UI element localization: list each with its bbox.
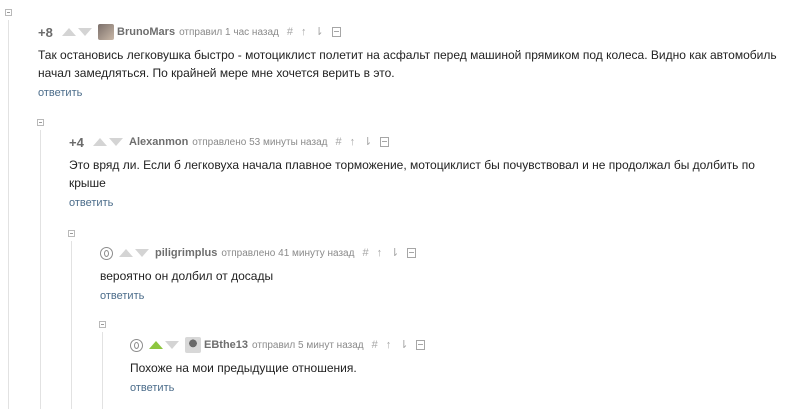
comment: +4 Alexanmon отправлено 53 минуты назад … bbox=[69, 134, 769, 211]
comment-body: Похоже на мои предыдущие отношения. bbox=[130, 361, 357, 375]
downvote-icon[interactable] bbox=[135, 249, 149, 257]
reply-link[interactable]: ответить bbox=[38, 87, 82, 99]
comment: piligrimplus отправлено 41 минуту назад … bbox=[100, 245, 700, 304]
downvote-icon[interactable] bbox=[78, 28, 92, 36]
neutral-rating-icon bbox=[100, 246, 113, 260]
thread-line bbox=[102, 332, 103, 409]
hash-icon[interactable]: # bbox=[335, 134, 341, 150]
upvote-icon[interactable] bbox=[119, 249, 133, 257]
comment: EBthe13 отправил 5 минут назад # ↑ ⇂ Пох… bbox=[130, 337, 730, 396]
hash-icon[interactable]: # bbox=[287, 24, 293, 40]
up-arrow-icon[interactable]: ↑ bbox=[386, 337, 392, 353]
thread-line bbox=[40, 130, 41, 409]
downvote-icon[interactable] bbox=[165, 341, 179, 349]
comment-timestamp: отправлено 41 минуту назад bbox=[221, 247, 355, 259]
comment-meta: EBthe13 отправил 5 минут назад # ↑ ⇂ bbox=[130, 337, 730, 353]
thread-line bbox=[8, 20, 9, 409]
avatar[interactable] bbox=[185, 337, 201, 353]
branch-icon[interactable]: ⇂ bbox=[315, 24, 324, 40]
hash-icon[interactable]: # bbox=[362, 245, 368, 261]
branch-icon[interactable]: ⇂ bbox=[399, 337, 408, 353]
comment-timestamp: отправил 5 минут назад bbox=[252, 339, 364, 351]
upvote-icon[interactable] bbox=[149, 341, 163, 349]
avatar[interactable] bbox=[98, 24, 114, 40]
comment-body: Так остановись легковушка быстро - мотоц… bbox=[38, 48, 777, 80]
upvote-icon[interactable] bbox=[62, 28, 76, 36]
branch-icon[interactable]: ⇂ bbox=[363, 134, 372, 150]
collapse-toggle[interactable] bbox=[37, 119, 44, 126]
comment-author[interactable]: Alexanmon bbox=[129, 136, 188, 148]
save-icon[interactable] bbox=[380, 137, 390, 147]
comment-meta: piligrimplus отправлено 41 минуту назад … bbox=[100, 245, 700, 261]
save-icon[interactable] bbox=[331, 27, 341, 37]
reply-link[interactable]: ответить bbox=[69, 197, 113, 209]
comment: +8 BrunoMars отправил 1 час назад # ↑ ⇂ … bbox=[38, 24, 798, 101]
up-arrow-icon[interactable]: ↑ bbox=[301, 24, 307, 40]
comment-author[interactable]: piligrimplus bbox=[155, 247, 217, 259]
reply-link[interactable]: ответить bbox=[100, 290, 144, 302]
neutral-rating-icon bbox=[130, 338, 143, 352]
collapse-toggle[interactable] bbox=[68, 230, 75, 237]
upvote-icon[interactable] bbox=[93, 138, 107, 146]
comment-timestamp: отправлено 53 минуты назад bbox=[192, 136, 328, 148]
hash-icon[interactable]: # bbox=[372, 337, 378, 353]
comment-meta: +4 Alexanmon отправлено 53 минуты назад … bbox=[69, 134, 769, 150]
comment-timestamp: отправил 1 час назад bbox=[179, 26, 279, 38]
comment-rating: +8 bbox=[38, 24, 53, 40]
comment-meta: +8 BrunoMars отправил 1 час назад # ↑ ⇂ bbox=[38, 24, 798, 40]
save-icon[interactable] bbox=[416, 340, 426, 350]
collapse-toggle[interactable] bbox=[99, 321, 106, 328]
comment-body: вероятно он долбил от досады bbox=[100, 269, 274, 283]
up-arrow-icon[interactable]: ↑ bbox=[377, 245, 383, 261]
up-arrow-icon[interactable]: ↑ bbox=[350, 134, 356, 150]
comment-author[interactable]: BrunoMars bbox=[117, 26, 175, 38]
branch-icon[interactable]: ⇂ bbox=[390, 245, 399, 261]
downvote-icon[interactable] bbox=[109, 138, 123, 146]
save-icon[interactable] bbox=[407, 248, 417, 258]
thread-line bbox=[71, 241, 72, 409]
reply-link[interactable]: ответить bbox=[130, 382, 174, 394]
comment-body: Это вряд ли. Если б легковуха начала пла… bbox=[69, 158, 755, 190]
comment-rating: +4 bbox=[69, 134, 84, 150]
collapse-toggle[interactable] bbox=[5, 9, 12, 16]
comment-author[interactable]: EBthe13 bbox=[204, 339, 248, 351]
